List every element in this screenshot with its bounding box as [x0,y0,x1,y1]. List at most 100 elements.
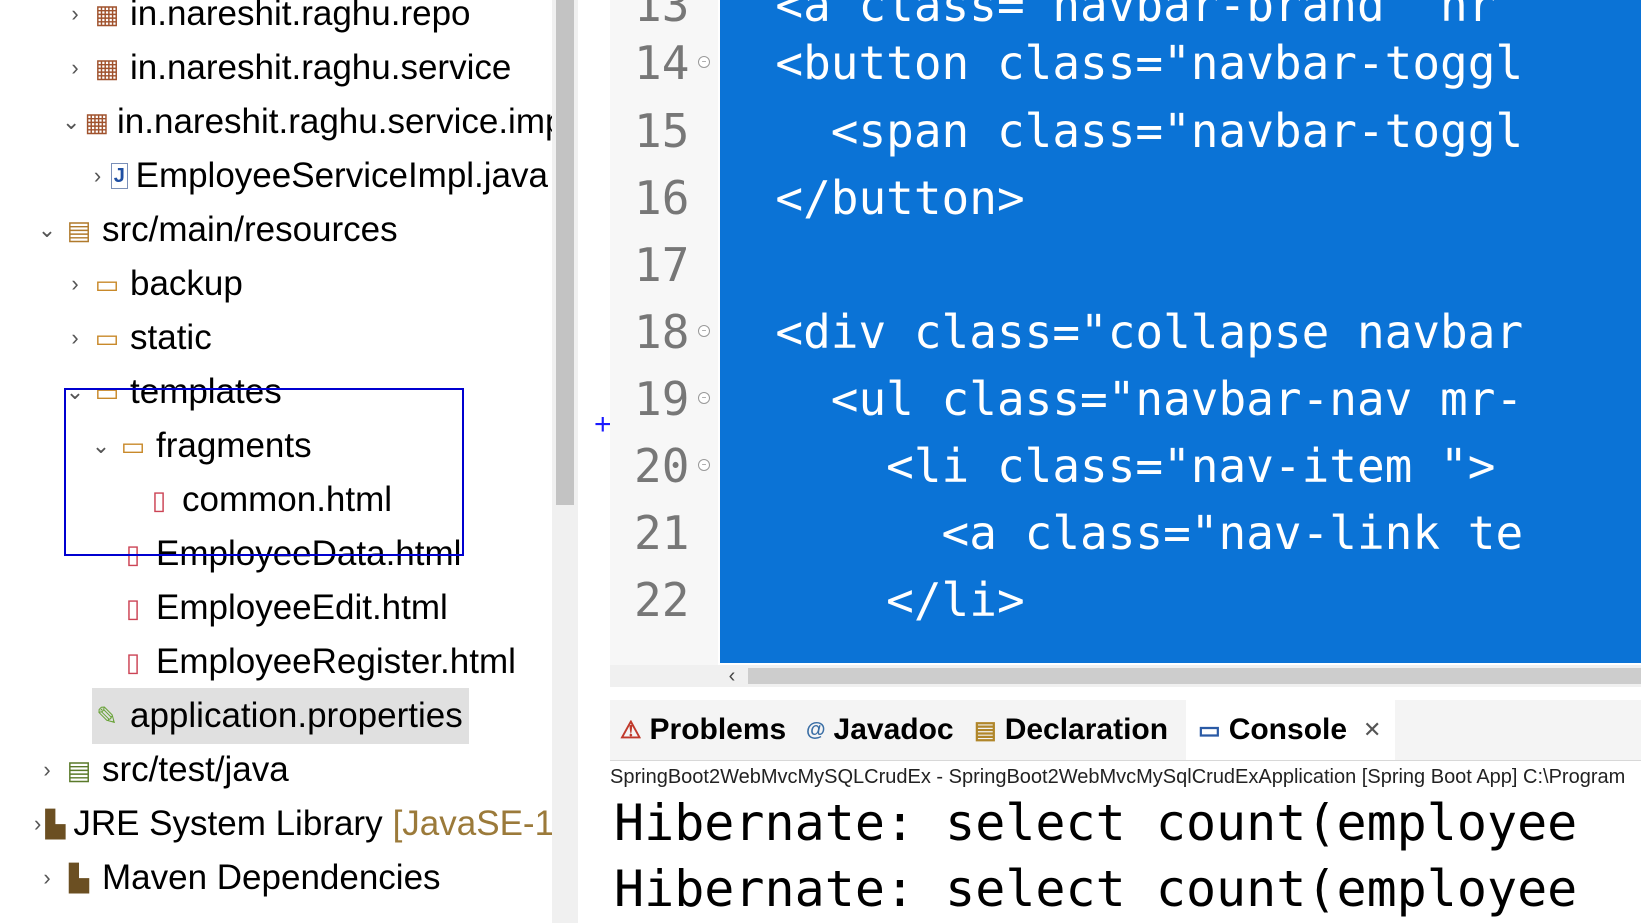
console-process-title: SpringBoot2WebMvcMySQLCrudEx - SpringBoo… [610,765,1626,788]
chevron-right-icon[interactable]: › [88,156,107,196]
tree-item-application-properties[interactable]: ✎ application.properties [62,688,548,744]
panel-tab-bar: ⚠ Problems @ Javadoc ▤ Declaration ▭ Con… [610,700,1641,761]
code-line[interactable]: <span class="navbar-toggl [720,96,1523,166]
line-number: 22 [634,573,690,627]
line-number: 19 [634,372,690,426]
project-explorer: › ▦ in.nareshit.raghu.repo › ▦ in.naresh… [0,0,578,923]
tree-item-label: in.nareshit.raghu.service [130,48,512,87]
tree-item-maven-dependencies[interactable]: › ▙ Maven Dependencies [34,850,548,906]
tree-item-employee-service-impl[interactable]: › J EmployeeServiceImpl.java [88,148,548,204]
tree-item-label: EmployeeEdit.html [156,588,448,627]
tree-item-label: src/main/resources [102,210,398,249]
console-icon: ▭ [1198,716,1221,744]
console-output-line: Hibernate: select count(employee [614,794,1578,852]
tab-console[interactable]: ▭ Console ✕ [1186,700,1396,760]
tree-item-label: in.nareshit.raghu.service.imp [117,102,565,141]
tab-javadoc[interactable]: @ Javadoc [806,700,954,760]
chevron-right-icon[interactable]: › [34,750,60,790]
code-line[interactable]: <ul class="navbar-nav mr- [720,364,1523,434]
fold-toggle-icon[interactable]: − [698,56,710,68]
chevron-down-icon[interactable]: ⌄ [62,102,80,142]
tree-item-label: EmployeeRegister.html [156,642,516,681]
tree-item-label: JRE System Library [73,804,383,843]
source-folder-icon: ▤ [66,754,92,785]
line-number-gutter: 13 14 − 15 16 17 18 − 19 − 20 − 21 22 [610,0,718,665]
tab-problems[interactable]: ⚠ Problems [620,700,786,760]
tree-item-label: EmployeeServiceImpl.java [135,156,548,195]
code-line[interactable]: </button> [720,163,1024,233]
tree-item-jre-system-library[interactable]: › ▙ JRE System Library [JavaSE-11] [34,796,578,852]
explorer-scrollbar-thumb[interactable] [556,0,574,505]
java-file-icon: J [110,163,128,189]
tree-item-label: application.properties [130,696,463,735]
mouse-cursor-crosshair: + [594,408,612,441]
tree-item-label: Maven Dependencies [102,858,441,897]
tree-item-backup[interactable]: › ▭ backup [62,256,548,312]
line-number: 16 [634,171,690,225]
fold-toggle-icon[interactable]: − [698,459,710,471]
tree-item-label: src/test/java [102,750,289,789]
tree-item-label: in.nareshit.raghu.repo [130,0,471,33]
scroll-left-icon[interactable]: ‹ [720,665,744,687]
editor-horizontal-scrollbar[interactable]: ‹ [610,665,1641,687]
tree-item-static[interactable]: › ▭ static [62,310,548,366]
fold-toggle-icon[interactable]: − [698,325,710,337]
code-line[interactable]: <button class="navbar-toggl [720,28,1523,98]
tree-item-employee-edit-html[interactable]: ▯ EmployeeEdit.html [88,580,548,636]
library-icon: ▙ [45,808,66,839]
html-file-icon: ▯ [125,646,141,677]
tree-item-decoration: [JavaSE-11] [392,804,578,843]
folder-icon: ▭ [94,322,120,353]
tab-label: Problems [649,713,787,746]
code-line[interactable]: <div class="collapse navbar [720,297,1523,367]
tab-declaration[interactable]: ▤ Declaration [974,700,1168,760]
code-line[interactable]: <li class="nav-item "> [720,431,1495,501]
explorer-scrollbar[interactable] [552,0,578,923]
fold-toggle-icon[interactable]: − [698,392,710,404]
console-panel: ⚠ Problems @ Javadoc ▤ Declaration ▭ Con… [610,700,1641,923]
tab-label: Declaration [1004,713,1169,746]
tree-item-label: static [130,318,212,357]
tree-item-src-main-resources[interactable]: ⌄ ▤ src/main/resources [34,202,548,258]
package-icon: ▦ [84,106,110,137]
package-icon: ▦ [94,52,120,83]
source-folder-icon: ▤ [66,214,92,245]
line-number: 14 [634,36,690,90]
line-number: 21 [634,506,690,560]
tree-item-service-package[interactable]: › ▦ in.nareshit.raghu.service [62,40,548,96]
tree-item-label: backup [130,264,243,303]
tree-item-service-impl-package[interactable]: ⌄ ▦ in.nareshit.raghu.service.imp [62,94,564,150]
annotation-highlight-box [64,388,464,556]
html-file-icon: ▯ [125,592,141,623]
line-number: 15 [634,104,690,158]
library-icon: ▙ [69,862,89,893]
chevron-right-icon[interactable]: › [62,318,88,358]
tree-item-repo-package[interactable]: › ▦ in.nareshit.raghu.repo [62,0,548,42]
tab-label: Console [1228,713,1348,746]
chevron-right-icon[interactable]: › [34,858,60,898]
chevron-down-icon[interactable]: ⌄ [34,210,60,250]
javadoc-icon: @ [806,718,826,741]
code-line[interactable]: <a class="nav-link te [720,498,1524,568]
close-icon[interactable]: ✕ [1363,717,1381,743]
line-number: 17 [634,238,690,292]
code-editor[interactable]: 13 14 − 15 16 17 18 − 19 − 20 − 21 22 <a… [610,0,1641,687]
tree-item-src-test-java[interactable]: › ▤ src/test/java [34,742,548,798]
tree-item-employee-register-html[interactable]: ▯ EmployeeRegister.html [88,634,548,690]
chevron-right-icon[interactable]: › [62,264,88,304]
selected-code-block[interactable]: <a class="navbar-brand" hr <button class… [720,0,1641,663]
properties-file-icon: ✎ [96,700,118,731]
selection-highlight: ✎ application.properties [92,688,469,744]
code-line[interactable]: </li> [720,565,1024,635]
folder-icon: ▭ [94,268,120,299]
declaration-icon: ▤ [974,716,997,744]
package-icon: ▦ [94,0,120,29]
horizontal-scrollbar-thumb[interactable] [748,668,1641,684]
line-number: 18 [634,305,690,359]
chevron-right-icon[interactable]: › [34,804,41,844]
chevron-right-icon[interactable]: › [62,48,88,88]
chevron-right-icon[interactable]: › [62,0,88,34]
